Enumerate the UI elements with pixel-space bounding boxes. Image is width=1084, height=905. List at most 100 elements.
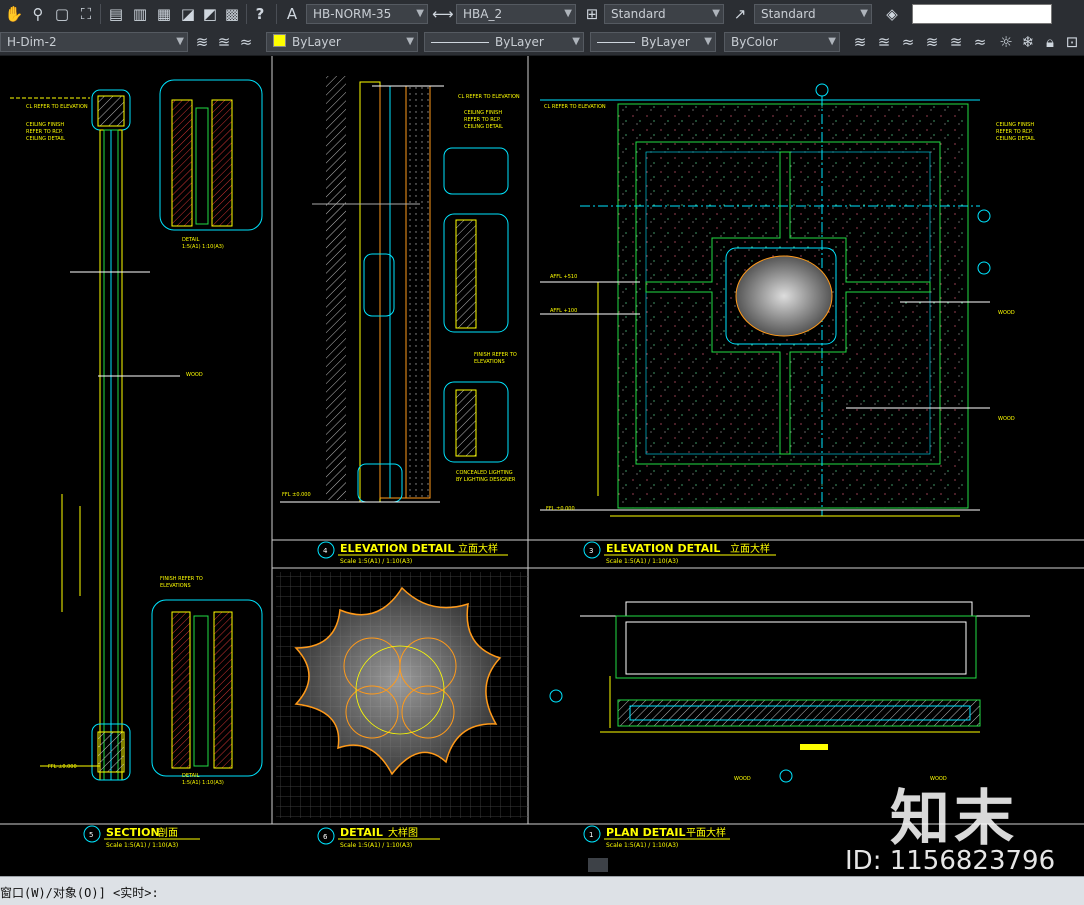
lineweight-value: ByLayer <box>641 35 690 49</box>
layer-freeze-icon[interactable]: ≋ <box>922 32 942 52</box>
sheet-set-icon[interactable]: ◪ <box>178 4 198 24</box>
dim-style-select[interactable]: HBA_2 ▼ <box>456 4 576 24</box>
help-icon[interactable]: ? <box>250 4 270 24</box>
note-ceiling-7: CEILING FINISH <box>996 122 1034 128</box>
search-input[interactable] <box>912 4 1052 24</box>
layer-select[interactable]: H-Dim-2 ▼ <box>0 32 188 52</box>
detail-b-scale: 1:5(A1) 1:10(A3) <box>182 780 224 786</box>
layer-unisolate-icon[interactable]: ≊ <box>874 32 894 52</box>
sun-icon[interactable]: ☼ <box>996 32 1016 52</box>
text-style-select[interactable]: HB-NORM-35 ▼ <box>306 4 428 24</box>
title-section-cn: 剖面 <box>158 826 178 839</box>
markup-icon[interactable]: ◩ <box>200 4 220 24</box>
title-plan-no: 1 <box>589 831 593 839</box>
note-ceiling-8: REFER TO RCP. <box>996 129 1033 135</box>
chevron-down-icon: ▼ <box>712 8 720 19</box>
chevron-down-icon: ▼ <box>564 8 572 19</box>
layer-off-icon[interactable]: ≈ <box>898 32 918 52</box>
ffl-1: FFL ±0.000 <box>48 764 77 770</box>
chevron-down-icon: ▼ <box>176 36 184 47</box>
tag-wood-1: WOOD <box>186 372 203 378</box>
ffl-2: FFL ±0.000 <box>282 492 311 498</box>
lock-icon[interactable]: 🔒︎ <box>1040 32 1060 52</box>
zoom-realtime-icon[interactable]: ⚲ <box>28 4 48 24</box>
mleader-style-select[interactable]: Standard ▼ <box>754 4 872 24</box>
title-plan-text: PLAN DETAIL <box>606 826 686 839</box>
tag-wood-4: WOOD <box>734 776 751 782</box>
title-plan-scale: Scale 1:5(A1) / 1:10(A3) <box>606 842 678 849</box>
color-select[interactable]: ByLayer ▼ <box>266 32 418 52</box>
layer-unlock-icon[interactable]: ≈ <box>970 32 990 52</box>
toolbar-separator <box>276 4 277 24</box>
layer-previous-icon[interactable]: ≈ <box>236 32 256 52</box>
note-ceiling-4: CEILING FINISH <box>464 110 502 116</box>
title-elev-right-text: ELEVATION DETAIL <box>606 542 720 555</box>
color-value: ByLayer <box>292 35 341 49</box>
color-swatch <box>273 34 286 47</box>
elevation-right-view <box>540 83 991 517</box>
title-elev-right: 3 ELEVATION DETAIL 立面大样 Scale 1:5(A1) / … <box>583 541 776 565</box>
properties-icon[interactable]: ▤ <box>106 4 126 24</box>
table-style-select[interactable]: Standard ▼ <box>604 4 724 24</box>
title-elev-right-cn: 立面大样 <box>730 542 770 555</box>
title-plan: 1 PLAN DETAIL 平面大样 Scale 1:5(A1) / 1:10(… <box>583 825 730 849</box>
layer-make-current-icon[interactable]: ≊ <box>214 32 234 52</box>
chevron-down-icon: ▼ <box>416 8 424 19</box>
lineweight-select[interactable]: ByLayer ▼ <box>590 32 716 52</box>
command-line[interactable]: 窗口(W)/对象(O)] <实时>: <box>0 876 1084 905</box>
note-ceiling-5: REFER TO RCP. <box>464 117 501 123</box>
linetype-select[interactable]: ByLayer ▼ <box>424 32 584 52</box>
title-section-scale: Scale 1:5(A1) / 1:10(A3) <box>106 842 178 849</box>
horizontal-scrollbar[interactable] <box>588 858 608 872</box>
linetype-sample <box>431 42 489 43</box>
layer-isolate-icon[interactable]: ≋ <box>850 32 870 52</box>
command-prompt-text: 窗口(W)/对象(O)] <实时>: <box>0 886 159 900</box>
mleader-style-icon[interactable]: ↗ <box>730 4 750 24</box>
unlock-icon[interactable]: ⊡ <box>1062 32 1082 52</box>
text-style-icon[interactable]: A <box>282 4 302 24</box>
table-style-icon[interactable]: ⊞ <box>582 4 602 24</box>
title-elev-left-scale: Scale 1:5(A1) / 1:10(A3) <box>340 558 412 565</box>
note-ceiling-6: CEILING DETAIL <box>464 124 503 130</box>
tag-wood-3: WOOD <box>998 416 1015 422</box>
note-finish-2: ELEVATIONS <box>160 583 191 589</box>
detail-a-scale: 1:5(A1) 1:10(A3) <box>182 244 224 250</box>
zoom-extents-icon[interactable]: ⛶ <box>76 4 96 24</box>
title-section-no: 5 <box>89 831 93 839</box>
drawing-canvas[interactable]: CL REFER TO ELEVATION CEILING FINISH REF… <box>0 56 1084 876</box>
detail-view <box>276 572 528 818</box>
note-ceiling-2: REFER TO RCP. <box>26 129 63 135</box>
toolbar-separator <box>100 4 101 24</box>
chevron-down-icon: ▼ <box>860 8 868 19</box>
layer-icon[interactable]: ◈ <box>882 4 902 24</box>
calculator-icon[interactable]: ▩ <box>222 4 242 24</box>
snowflake-icon[interactable]: ❄ <box>1018 32 1038 52</box>
note-cl-refer-3: CL REFER TO ELEVATION <box>544 104 606 110</box>
note-ceiling-9: CEILING DETAIL <box>996 136 1035 142</box>
note-finish-4: ELEVATIONS <box>474 359 505 365</box>
note-conceal-2: BY LIGHTING DESIGNER <box>456 477 516 483</box>
title-detail-text: DETAIL <box>340 826 383 839</box>
design-center-icon[interactable]: ▥ <box>130 4 150 24</box>
note-finish-1: FINISH REFER TO <box>160 576 203 582</box>
layer-value: H-Dim-2 <box>7 35 57 49</box>
title-detail-cn: 大样图 <box>388 826 418 839</box>
zoom-window-icon[interactable]: ▢ <box>52 4 72 24</box>
title-detail: 6 DETAIL 大样图 Scale 1:5(A1) / 1:10(A3) <box>317 826 440 849</box>
title-elev-right-scale: Scale 1:5(A1) / 1:10(A3) <box>606 558 678 565</box>
mleader-style-value: Standard <box>761 7 816 21</box>
title-plan-cn: 平面大样 <box>686 826 726 839</box>
layer-properties-icon[interactable]: ≋ <box>192 32 212 52</box>
layer-lock-icon[interactable]: ≊ <box>946 32 966 52</box>
ffl-3: FFL ±0.000 <box>546 506 575 512</box>
text-style-value: HB-NORM-35 <box>313 7 392 21</box>
tool-palettes-icon[interactable]: ▦ <box>154 4 174 24</box>
plot-style-value: ByColor <box>731 35 778 49</box>
tag-wood-2: WOOD <box>998 310 1015 316</box>
affl-2: AFFL +100 <box>550 308 577 314</box>
pan-icon[interactable]: ✋ <box>4 4 24 24</box>
dim-style-icon[interactable]: ⟷ <box>432 4 454 24</box>
plot-style-select[interactable]: ByColor ▼ <box>724 32 840 52</box>
title-elev-left-no: 4 <box>323 547 328 555</box>
toolbar-properties: H-Dim-2 ▼ ≋ ≊ ≈ ByLayer ▼ ByLayer ▼ ByLayer… <box>0 29 1084 56</box>
